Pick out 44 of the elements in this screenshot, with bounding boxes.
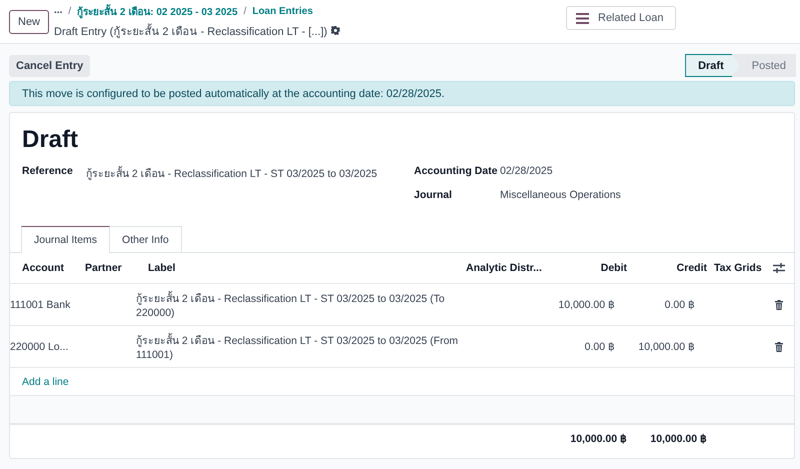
add-line-link[interactable]: Add a line [22,376,69,388]
cancel-entry-button[interactable]: Cancel Entry [9,54,90,76]
field-value: 02/28/2025 [500,165,554,177]
field-label: Accounting Date [414,165,498,177]
list-icon [576,12,589,24]
breadcrumb-separator: / [68,6,72,16]
table-cell-text: 10,000.00 ฿ [637,340,695,353]
table-cell-text: 10,000.00 ฿ [557,298,615,311]
gear-icon[interactable] [331,26,340,35]
field-label: Journal [414,189,453,201]
field-label: Reference [22,165,74,177]
breadcrumb-link[interactable]: Loan Entries [252,6,313,16]
status-step[interactable]: Draft [685,54,740,77]
record-title: Draft Entry (กู้ระยะสั้น 2 เดือน - Reclassification LT - [...]) [54,22,328,40]
more-breadcrumbs-link[interactable]: ... [54,7,62,15]
status-step[interactable]: Posted [740,54,796,77]
trash-icon[interactable] [775,342,783,352]
related-loan-button[interactable]: Related Loan [566,6,676,30]
total-credit: 10,000.00 ฿ [649,432,707,444]
column-header: Analytic Distr... [466,262,543,274]
column-header: Debit [600,262,627,274]
column-header: Account [22,262,65,274]
column-header: Credit [676,262,707,274]
breadcrumb-separator: / [244,6,246,16]
field-value: Miscellaneous Operations [500,189,622,201]
new-button[interactable]: New [9,10,50,34]
field-value: กู้ระยะสั้น 2 เดือน - Reclassification LT - ST 03/2025 to 03/2025 [86,165,378,182]
table-cell-text: กู้ระยะสั้น 2 เดือน - Reclassification LT - ST 03/2025 to 03/2025 (From 111001) [136,332,460,361]
table-cell-text: กู้ระยะสั้น 2 เดือน - Reclassification LT - ST 03/2025 to 03/2025 (To 220000) [136,290,446,319]
alert-message: This move is configured to be posted automatically at the accounting date: 02/28/2025. [22,88,445,100]
column-settings-icon[interactable] [773,263,785,273]
column-header: Partner [85,262,123,274]
notebook-tab[interactable]: Other Info [110,226,182,252]
trash-icon[interactable] [775,300,783,310]
notebook-tab[interactable]: Journal Items [21,226,110,253]
record-status-title: Draft [21,125,80,155]
table-cell-text: 0.00 ฿ [584,340,615,353]
column-header: Label [148,262,176,274]
breadcrumb-link[interactable]: กู้ระยะสั้น 2 เดือน: 02 2025 - 03 2025 [77,4,238,18]
column-header: Tax Grids [713,262,763,274]
table-cell-text: 111001 Bank [10,298,72,310]
table-cell-text: 0.00 ฿ [664,298,695,311]
total-debit: 10,000.00 ฿ [569,432,627,444]
table-cell-text: 220000 Lo... [10,340,70,352]
